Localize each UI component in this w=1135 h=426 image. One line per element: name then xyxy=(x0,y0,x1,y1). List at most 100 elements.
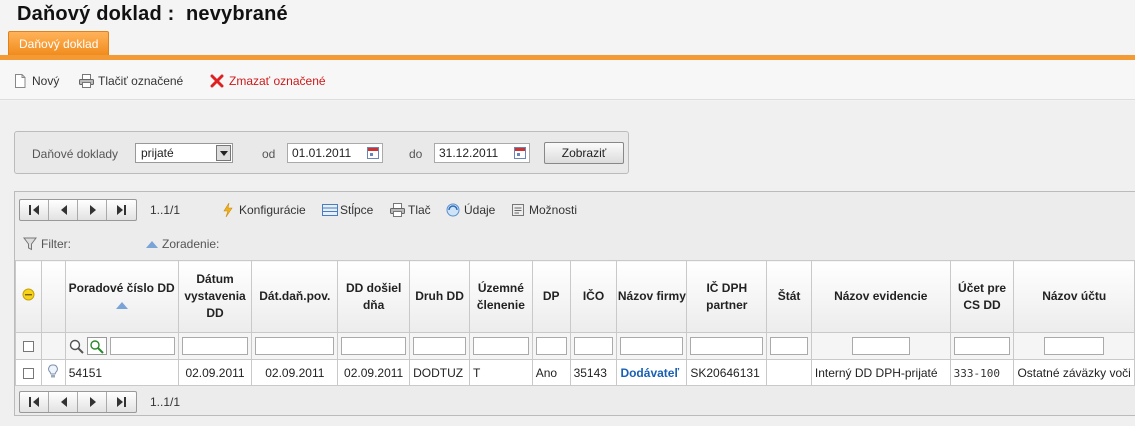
grid-print-button[interactable]: Tlač xyxy=(390,202,431,218)
first-page-button[interactable] xyxy=(20,200,49,220)
from-label: od xyxy=(262,147,276,161)
options-button[interactable]: Možnosti xyxy=(511,202,577,218)
page-info: 1..1/1 xyxy=(150,395,181,409)
col-header-uzemne[interactable]: Územné členenie xyxy=(469,260,533,333)
to-date-value: 31.12.2011 xyxy=(439,146,499,160)
new-button[interactable]: Nový xyxy=(13,73,59,89)
tab-danovy-doklad[interactable]: Daňový doklad xyxy=(8,31,110,56)
title-bar: Daňový doklad : nevybrané Daňový doklad xyxy=(0,0,1135,56)
data-button[interactable]: Údaje xyxy=(446,202,495,218)
filter-cell xyxy=(949,332,1015,360)
lightning-icon xyxy=(221,202,235,218)
printer-icon xyxy=(79,74,94,88)
company-link[interactable]: Dodávateľ xyxy=(620,366,679,380)
next-page-button[interactable] xyxy=(78,392,107,412)
filter-cell xyxy=(810,332,951,360)
col-header-dp[interactable]: DP xyxy=(531,260,571,333)
filter-input-ic-dph[interactable] xyxy=(690,337,764,355)
lightbulb-icon[interactable] xyxy=(48,364,59,379)
filter-input-ucet-cs[interactable] xyxy=(953,337,1011,355)
cell-dd-dosiel: 02.09.2011 xyxy=(337,359,411,386)
cell-dat-dan-pov: 02.09.2011 xyxy=(251,359,339,386)
config-button[interactable]: Konfigurácie xyxy=(221,202,306,218)
new-button-label: Nový xyxy=(32,74,60,88)
col-header-nazov-uctu[interactable]: Názov účtu xyxy=(1013,260,1135,333)
filter-cell xyxy=(409,332,471,360)
sort-up-icon xyxy=(146,240,158,248)
delete-selected-label: Zmazať označené xyxy=(229,74,326,88)
to-date-input[interactable]: 31.12.2011 xyxy=(434,143,530,163)
columns-icon xyxy=(322,203,338,217)
filter-input-dat-dan-pov[interactable] xyxy=(255,337,335,355)
filter-cell xyxy=(766,332,812,360)
content-area: Daňové doklady prijaté od 01.01.2011 do … xyxy=(0,101,1135,426)
chevron-down-icon[interactable] xyxy=(216,145,231,161)
icon-column-header xyxy=(40,260,66,333)
filter-input-datum-vystavenia[interactable] xyxy=(181,337,249,355)
filter-cell xyxy=(531,332,571,360)
options-icon xyxy=(511,203,525,217)
magnifier-icon[interactable] xyxy=(69,339,84,354)
filter-input-ico[interactable] xyxy=(573,337,614,355)
page-title: Daňový doklad : nevybrané xyxy=(17,3,288,25)
cell-uzemne: T xyxy=(469,359,533,386)
row-checkbox[interactable] xyxy=(22,367,34,379)
cell-druh: DODTUZ xyxy=(409,359,471,386)
calendar-icon[interactable] xyxy=(367,147,379,159)
columns-button[interactable]: Stĺpce xyxy=(322,202,373,218)
from-date-input[interactable]: 01.01.2011 xyxy=(287,143,383,163)
filter-input-stat[interactable] xyxy=(770,337,808,355)
filter-toggle[interactable]: Filter: xyxy=(23,237,71,251)
filter-label: Filter: xyxy=(41,237,71,251)
grid-print-label: Tlač xyxy=(408,203,431,217)
prev-page-button[interactable] xyxy=(49,392,78,412)
cell-ico: 35143 xyxy=(569,359,618,386)
status-column-header xyxy=(15,260,42,333)
clear-filter-icon[interactable] xyxy=(86,337,107,355)
filter-input-uzemne[interactable] xyxy=(473,337,529,355)
col-header-datum-vystavenia[interactable]: Dátum vystavenia DD xyxy=(177,260,253,333)
select-all-checkbox[interactable] xyxy=(22,341,34,353)
filter-input-druh[interactable] xyxy=(413,337,467,355)
col-header-druh[interactable]: Druh DD xyxy=(409,260,471,333)
filter-cell xyxy=(686,332,768,360)
cell-nazov-uctu: Ostatné záväzky voči xyxy=(1013,359,1135,386)
filter-input-dp[interactable] xyxy=(535,337,567,355)
col-header-ico[interactable]: IČO xyxy=(569,260,618,333)
filter-input-nazov-evidencie[interactable] xyxy=(851,337,910,355)
delete-selected-button[interactable]: Zmazať označené xyxy=(210,73,326,89)
last-page-button[interactable] xyxy=(107,392,136,412)
col-header-ic-dph[interactable]: IČ DPH partner xyxy=(686,260,768,333)
filter-panel: Daňové doklady prijaté od 01.01.2011 do … xyxy=(14,131,629,174)
col-header-dd-dosiel[interactable]: DD došiel dňa xyxy=(337,260,411,333)
col-header-poradove[interactable]: Poradové číslo DD xyxy=(64,260,179,333)
table-row[interactable]: 54151 02.09.2011 02.09.2011 02.09.2011 D… xyxy=(15,359,1135,386)
filter-input-poradove[interactable] xyxy=(109,337,175,355)
new-document-icon xyxy=(13,74,27,88)
delete-x-icon xyxy=(210,74,224,88)
columns-label: Stĺpce xyxy=(340,203,374,217)
show-button[interactable]: Zobraziť xyxy=(544,142,624,164)
printer-icon xyxy=(390,203,405,217)
account-value: 333-100 xyxy=(953,366,1001,380)
sort-label: Zoradenie: xyxy=(162,237,220,251)
print-selected-button[interactable]: Tlačiť označené xyxy=(79,73,183,89)
col-header-nazov-firmy[interactable]: Názov firmy xyxy=(616,260,688,333)
filter-cell xyxy=(337,332,411,360)
filter-cell xyxy=(469,332,533,360)
calendar-icon[interactable] xyxy=(514,147,526,159)
filter-input-dd-dosiel[interactable] xyxy=(341,337,407,355)
last-page-button[interactable] xyxy=(107,200,136,220)
filter-cell-empty xyxy=(40,332,66,360)
col-header-ucet-cs[interactable]: Účet pre CS DD xyxy=(949,260,1015,333)
col-header-nazov-evidencie[interactable]: Názov evidencie xyxy=(810,260,951,333)
filter-input-nazov-firmy[interactable] xyxy=(620,337,684,355)
filter-input-nazov-uctu[interactable] xyxy=(1044,337,1105,355)
first-page-button[interactable] xyxy=(20,392,49,412)
col-header-stat[interactable]: Štát xyxy=(766,260,812,333)
next-page-button[interactable] xyxy=(78,200,107,220)
col-header-dat-dan-pov[interactable]: Dát.daň.pov. xyxy=(251,260,339,333)
prev-page-button[interactable] xyxy=(49,200,78,220)
sort-toggle[interactable]: Zoradenie: xyxy=(146,237,219,251)
doc-type-select[interactable]: prijaté xyxy=(135,143,233,163)
